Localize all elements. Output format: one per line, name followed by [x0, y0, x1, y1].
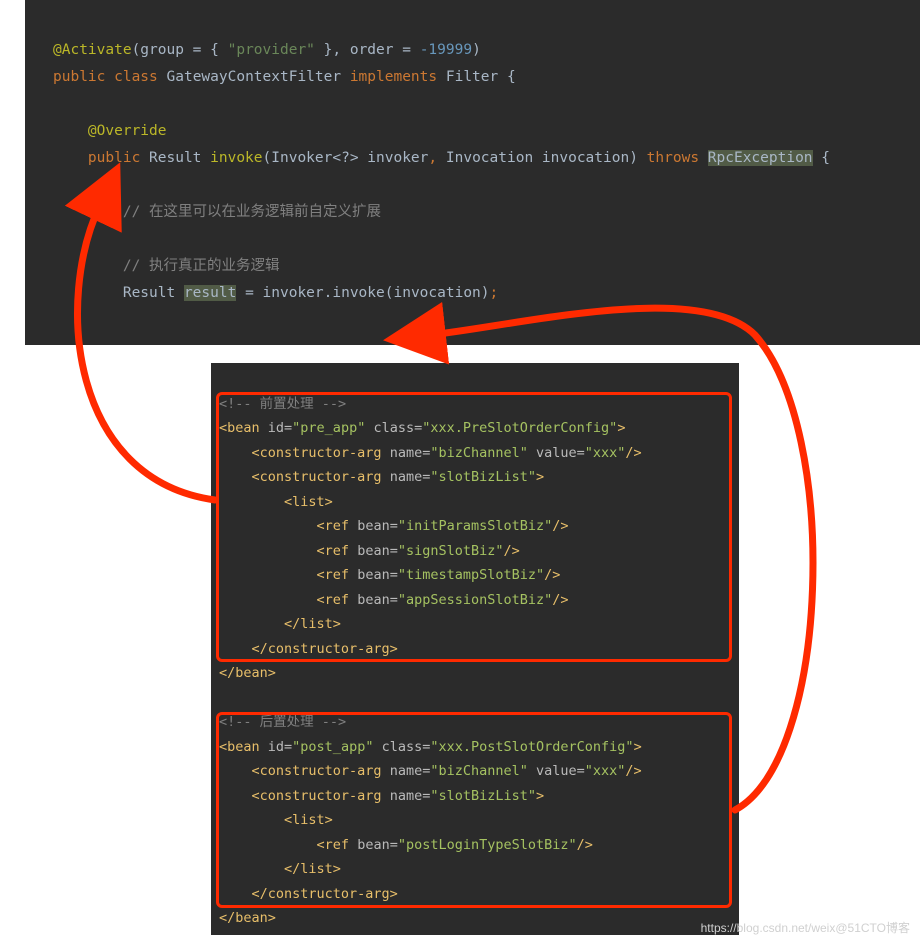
comment-pre-extension: // 在这里可以在业务逻辑前自定义扩展 [123, 204, 381, 220]
xml-code-block: <!-- 前置处理 --> <bean id="pre_app" class="… [211, 363, 739, 935]
annotation: @Activate [53, 42, 132, 58]
post-comment: <!-- 后置处理 --> [219, 714, 346, 730]
java-code-block: @Activate(group = { "provider" }, order … [25, 0, 920, 345]
comment-exec: // 执行真正的业务逻辑 [123, 258, 280, 274]
pre-comment: <!-- 前置处理 --> [219, 396, 346, 412]
watermark: https://blog.csdn.net/weix@51CTO博客 [701, 919, 910, 936]
